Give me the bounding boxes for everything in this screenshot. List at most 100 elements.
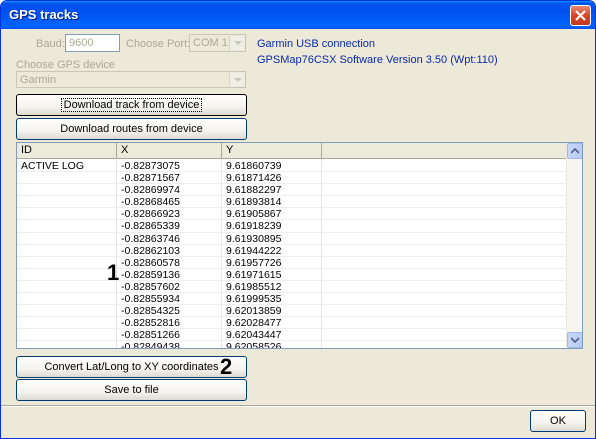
device-info: GPSMap76CSX Software Version 3.50 (Wpt:1… <box>257 54 498 66</box>
table-row[interactable]: -0.82852816 9.62028477 <box>17 317 568 330</box>
cell-filler <box>322 293 568 306</box>
table-row[interactable]: -0.82849438 9.62058526 <box>17 341 568 348</box>
table-row[interactable]: -0.82871567 9.61871426 <box>17 172 568 185</box>
table-row[interactable]: -0.82865339 9.61918239 <box>17 220 568 233</box>
cell-x: -0.82855934 <box>117 293 222 306</box>
cell-y: 9.61882297 <box>222 184 322 197</box>
port-value: COM 1 <box>193 37 228 49</box>
cell-x: -0.82863746 <box>117 232 222 245</box>
cell-filler <box>322 208 568 221</box>
table-row[interactable]: -0.82851266 9.62043447 <box>17 329 568 342</box>
column-header-id[interactable]: ID <box>17 143 117 159</box>
cell-x: -0.82857602 <box>117 280 222 294</box>
cell-id <box>17 220 117 233</box>
convert-button[interactable]: Convert Lat/Long to XY coordinates <box>16 356 247 378</box>
table-header: ID X Y <box>17 143 568 159</box>
download-track-button[interactable]: Download track from device <box>16 94 247 116</box>
chevron-down-icon[interactable] <box>229 36 244 50</box>
save-label: Save to file <box>104 384 159 396</box>
device-select[interactable]: Garmin <box>16 71 246 88</box>
column-header-y[interactable]: Y <box>222 143 322 159</box>
table-row[interactable]: -0.82863746 9.61930895 <box>17 232 568 245</box>
cell-y: 9.61985512 <box>222 280 322 294</box>
close-icon <box>575 10 586 21</box>
gps-tracks-window: GPS tracks Baud: 9600 Choose Port: COM 1… <box>0 0 596 439</box>
cell-y: 9.61971615 <box>222 268 322 281</box>
cell-x: -0.82873075 <box>117 160 222 173</box>
table-row[interactable]: ACTIVE LOG -0.82873075 9.61860739 <box>17 160 568 173</box>
table-body: ACTIVE LOG -0.82873075 9.61860739 -0.828715… <box>17 160 568 348</box>
save-button[interactable]: Save to file <box>16 379 247 401</box>
table-row[interactable]: -0.82860578 9.61957726 <box>17 256 568 269</box>
table-row[interactable]: -0.82857602 9.61985512 <box>17 280 568 294</box>
cell-x: -0.82866923 <box>117 208 222 221</box>
cell-filler <box>322 160 568 173</box>
cell-filler <box>322 329 568 342</box>
scroll-down-button[interactable] <box>567 332 582 348</box>
cell-y: 9.61957726 <box>222 256 322 269</box>
table-row[interactable]: -0.82854325 9.62013859 <box>17 305 568 318</box>
cell-id <box>17 268 117 281</box>
cell-y: 9.61930895 <box>222 232 322 245</box>
cell-filler <box>322 280 568 294</box>
annotation-marker-2: 2 <box>220 354 233 379</box>
column-header-filler <box>322 143 568 159</box>
cell-x: -0.82865339 <box>117 220 222 233</box>
cell-id <box>17 305 117 318</box>
cell-id <box>17 317 117 330</box>
device-label: Choose GPS device <box>16 59 116 71</box>
cell-id <box>17 256 117 269</box>
cell-id <box>17 232 117 245</box>
column-header-x[interactable]: X <box>117 143 222 159</box>
cell-filler <box>322 220 568 233</box>
table-row[interactable]: -0.82866923 9.61905867 <box>17 208 568 221</box>
table-row[interactable]: -0.82868465 9.61893814 <box>17 196 568 209</box>
cell-y: 9.62028477 <box>222 317 322 330</box>
cell-id: ACTIVE LOG <box>17 160 117 173</box>
table-row[interactable]: -0.82862103 9.61944222 <box>17 244 568 257</box>
cell-filler <box>322 305 568 318</box>
connection-status: Garmin USB connection <box>257 38 375 50</box>
baud-label: Baud: <box>36 38 65 50</box>
cell-filler <box>322 341 568 348</box>
button-bar <box>2 406 594 438</box>
cell-filler <box>322 196 568 209</box>
baud-input[interactable]: 9600 <box>65 34 120 52</box>
port-select[interactable]: COM 1 <box>189 34 246 52</box>
title-bar[interactable]: GPS tracks <box>1 1 595 29</box>
cell-y: 9.62058526 <box>222 341 322 348</box>
cell-y: 9.61905867 <box>222 208 322 221</box>
device-value: Garmin <box>20 74 57 86</box>
coordinates-table[interactable]: ID X Y ACTIVE LOG -0.82873075 9.61860739 -0… <box>16 142 583 349</box>
arrow-up-icon <box>571 148 579 154</box>
table-row[interactable]: -0.82859136 9.61971615 <box>17 268 568 281</box>
cell-id <box>17 172 117 185</box>
scroll-up-button[interactable] <box>567 143 582 159</box>
arrow-down-icon <box>571 337 579 343</box>
cell-id <box>17 196 117 209</box>
cell-filler <box>322 232 568 245</box>
cell-y: 9.61860739 <box>222 160 322 173</box>
close-button[interactable] <box>570 5 591 26</box>
download-routes-button[interactable]: Download routes from device <box>16 118 247 140</box>
cell-id <box>17 280 117 294</box>
cell-id <box>17 341 117 348</box>
ok-button[interactable]: OK <box>530 410 586 432</box>
cell-y: 9.62043447 <box>222 329 322 342</box>
cell-y: 9.62013859 <box>222 305 322 318</box>
cell-x: -0.82854325 <box>117 305 222 318</box>
vertical-scrollbar[interactable] <box>566 143 582 348</box>
annotation-marker-1: 1 <box>107 260 120 285</box>
download-track-label: Download track from device <box>60 98 203 112</box>
table-row[interactable]: -0.82869974 9.61882297 <box>17 184 568 197</box>
cell-y: 9.61944222 <box>222 244 322 257</box>
chevron-down-icon[interactable] <box>229 73 244 86</box>
cell-x: -0.82862103 <box>117 244 222 257</box>
cell-x: -0.82869974 <box>117 184 222 197</box>
cell-id <box>17 329 117 342</box>
cell-y: 9.61871426 <box>222 172 322 185</box>
cell-x: -0.82852816 <box>117 317 222 330</box>
cell-x: -0.82859136 <box>117 268 222 281</box>
window-title: GPS tracks <box>9 7 79 22</box>
table-row[interactable]: -0.82855934 9.61999535 <box>17 293 568 306</box>
